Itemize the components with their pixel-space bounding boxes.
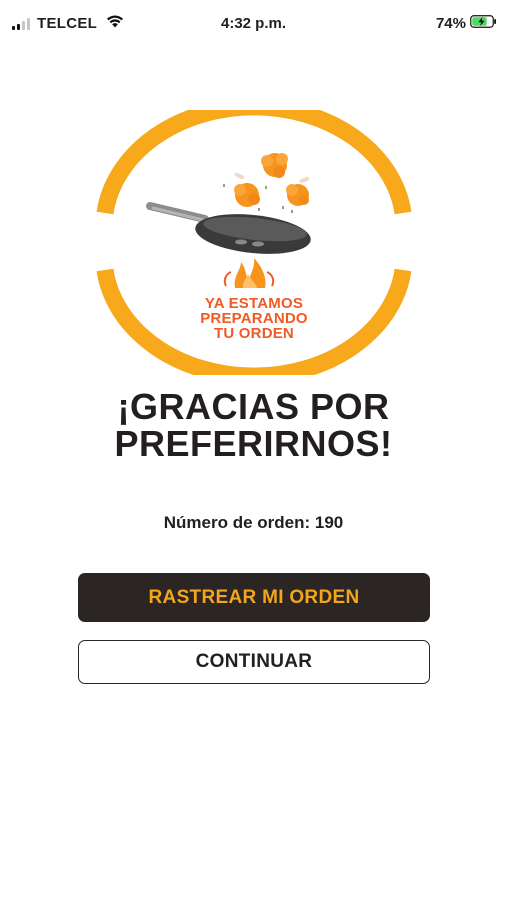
headline-line2: PREFERIRNOS!: [114, 423, 393, 464]
battery-percent: 74%: [435, 15, 466, 32]
status-time: 4:32 p.m.: [220, 15, 287, 32]
battery-charging-icon: [470, 15, 497, 32]
track-order-button-label: RASTREAR MI ORDEN: [148, 586, 360, 608]
track-order-button[interactable]: RASTREAR MI ORDEN: [78, 573, 430, 622]
chicken-icon: [223, 153, 310, 213]
status-right: 74%: [436, 15, 497, 32]
frying-pan-icon: [146, 202, 311, 254]
continue-button-label: CONTINUAR: [195, 651, 313, 672]
headline-line1: ¡GRACIAS POR: [117, 386, 390, 427]
status-bar: TELCEL 4:32 p.m. 74%: [0, 0, 507, 50]
thank-you-headline: ¡GRACIAS POR PREFERIRNOS!: [0, 388, 507, 462]
flame-icon: [223, 258, 275, 288]
logo-text-line2: PREPARANDO: [200, 310, 308, 327]
logo-text-line3: TU ORDEN: [214, 325, 294, 342]
continue-button[interactable]: CONTINUAR: [78, 640, 430, 684]
order-number-label: Número de orden: 190: [163, 513, 344, 532]
logo-text-line1: YA ESTAMOS: [204, 295, 304, 312]
cooking-logo: YA ESTAMOS PREPARANDO TU ORDEN: [95, 98, 413, 385]
